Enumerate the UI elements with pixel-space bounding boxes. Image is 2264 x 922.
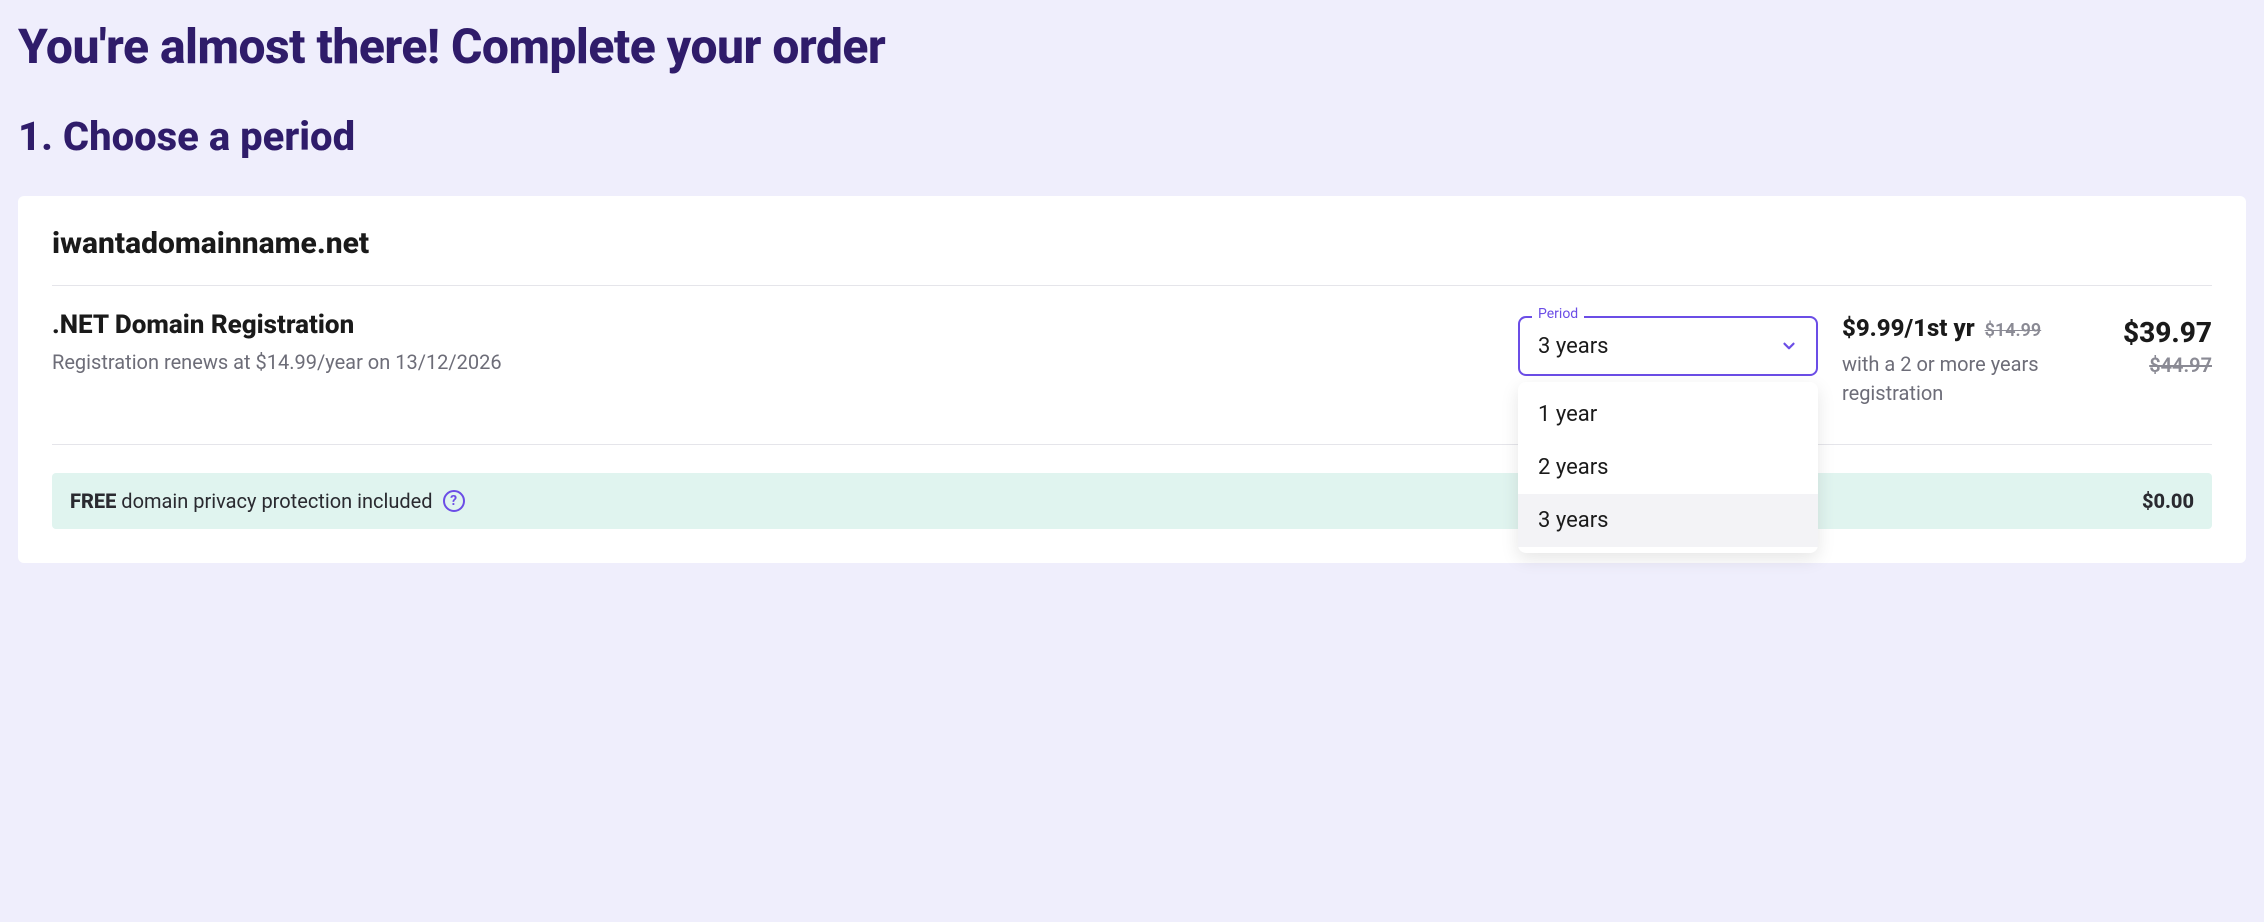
period-option-2-years[interactable]: 2 years [1518,441,1818,494]
registration-title: .NET Domain Registration [52,310,1494,340]
chevron-down-icon [1780,337,1798,355]
period-select-box[interactable]: 3 years [1518,316,1818,376]
renewal-note: Registration renews at $14.99/year on 13… [52,350,1494,374]
price-note: with a 2 or more years registration [1842,350,2062,408]
step-title: 1. Choose a period [18,113,2246,160]
order-card: iwantadomainname.net .NET Domain Registr… [18,196,2246,563]
first-year-strike: $14.99 [1985,320,2042,341]
registration-row: .NET Domain Registration Registration re… [52,310,2212,445]
privacy-text: domain privacy protection included [121,489,432,513]
privacy-row: FREE domain privacy protection included … [52,473,2212,529]
help-icon[interactable]: ? [443,490,465,512]
period-select[interactable]: Period 3 years 1 year 2 years 3 years [1518,316,1818,376]
period-option-1-year[interactable]: 1 year [1518,388,1818,441]
first-year-price: $9.99/1st yr [1842,314,1975,342]
period-option-3-years[interactable]: 3 years [1518,494,1818,547]
privacy-free-label: FREE [70,489,116,513]
period-select-label: Period [1532,306,1584,322]
total-price: $39.97 [2123,316,2212,349]
pricing-block: $9.99/1st yr $14.99 with a 2 or more yea… [1842,310,2212,408]
period-select-value: 3 years [1538,334,1609,359]
period-dropdown: 1 year 2 years 3 years [1518,382,1818,553]
domain-name: iwantadomainname.net [52,226,2212,286]
page-title: You're almost there! Complete your order [18,18,2246,75]
privacy-price: $0.00 [2142,489,2194,513]
total-strike: $44.97 [2102,353,2212,377]
